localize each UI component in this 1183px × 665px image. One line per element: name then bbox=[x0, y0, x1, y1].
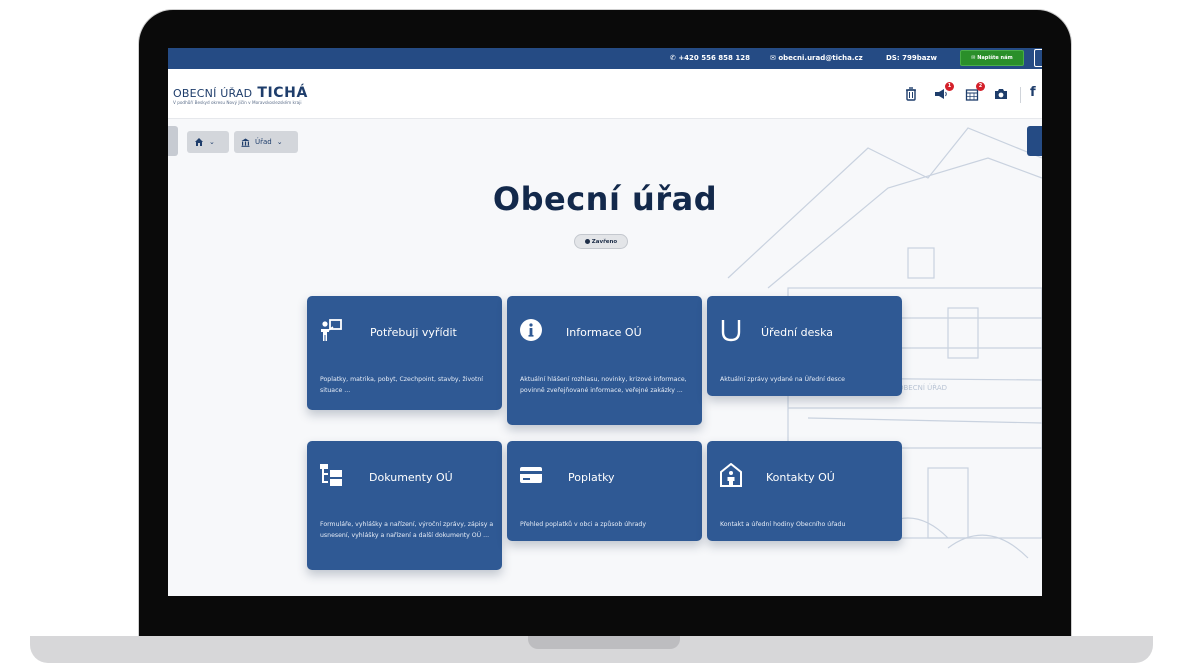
card-title: Kontakty OÚ bbox=[766, 471, 835, 484]
card-description: Poplatky, matrika, pobyt, Czechpoint, st… bbox=[320, 376, 484, 394]
breadcrumb-left-edge[interactable] bbox=[168, 126, 178, 156]
page-title: Obecní úřad bbox=[492, 180, 718, 218]
facebook-icon[interactable]: f bbox=[1030, 85, 1036, 100]
card-poplatky[interactable]: Poplatky Přehled poplatků v obci a způso… bbox=[507, 441, 702, 541]
person-board-icon bbox=[321, 319, 342, 341]
home-icon bbox=[195, 138, 203, 146]
announcements-badge: 1 bbox=[945, 82, 954, 91]
site-logo[interactable]: OBECNÍ ÚŘAD TICHÁ bbox=[173, 82, 308, 101]
status-dot-icon bbox=[584, 239, 590, 244]
browser-screen: OBECNÍ ÚŘAD ✆ +420 556 858 128 ✉ obecni.… bbox=[168, 48, 1042, 596]
card-title: Dokumenty OÚ bbox=[369, 471, 453, 484]
site-header: OBECNÍ ÚŘAD TICHÁ V podhůří Beskyd okres… bbox=[168, 69, 1042, 119]
mail-icon: ✉ bbox=[770, 54, 776, 62]
board-icon bbox=[721, 320, 741, 342]
card-description: Formuláře, vyhlášky a nařízení, výroční … bbox=[320, 521, 494, 539]
card-icon bbox=[520, 467, 542, 483]
chevron-down-icon: ⌄ bbox=[209, 138, 215, 146]
breadcrumb-urad-label: Úřad bbox=[255, 138, 272, 146]
card-description: Aktuální zprávy vydané na Úřední desce bbox=[720, 376, 845, 383]
card-kontakty-ou[interactable]: Kontakty OÚ Kontakt a úřední hodiny Obec… bbox=[707, 441, 902, 541]
card-description: Aktuální hlášení rozhlasu, novinky, kriz… bbox=[520, 376, 687, 394]
card-title: Informace OÚ bbox=[566, 326, 642, 339]
card-informace-ou[interactable]: Informace OÚ Aktuální hlášení rozhlasu, … bbox=[507, 296, 702, 425]
email-link[interactable]: ✉ obecni.urad@ticha.cz bbox=[770, 54, 863, 62]
status-badge: Zavřeno bbox=[574, 234, 628, 249]
card-title: Poplatky bbox=[568, 471, 615, 484]
card-description: Přehled poplatků v obci a způsob úhrady bbox=[520, 521, 646, 528]
laptop-notch bbox=[528, 636, 680, 649]
brand-light: OBECNÍ ÚŘAD bbox=[173, 87, 253, 100]
card-dokumenty-ou[interactable]: Dokumenty OÚ Formuláře, vyhlášky a naříz… bbox=[307, 441, 502, 570]
chevron-down-icon: ⌄ bbox=[276, 138, 283, 146]
card-title: Úřední deska bbox=[761, 326, 834, 339]
phone-link[interactable]: ✆ +420 556 858 128 bbox=[670, 54, 750, 62]
documents-icon bbox=[320, 464, 342, 486]
data-box-id: DS: 799bazw bbox=[886, 54, 937, 62]
institution-icon bbox=[241, 138, 250, 147]
brand-bold: TICHÁ bbox=[257, 85, 308, 101]
waste-bin-icon[interactable] bbox=[904, 87, 918, 101]
header-divider bbox=[1020, 87, 1021, 103]
phone-icon: ✆ bbox=[670, 54, 676, 62]
card-description: Kontakt a úřední hodiny Obecního úřadu bbox=[720, 521, 846, 528]
card-title: Potřebuji vyřídit bbox=[370, 326, 457, 339]
breadcrumb-home[interactable]: ⌄ bbox=[187, 131, 229, 153]
side-panel-tab[interactable] bbox=[1027, 126, 1042, 156]
breadcrumb-urad[interactable]: Úřad ⌄ bbox=[234, 131, 298, 153]
brand-subtitle: V podhůří Beskyd okresu Nový Jičín v Mor… bbox=[173, 100, 302, 105]
info-icon bbox=[520, 319, 542, 341]
status-text: Zavřeno bbox=[591, 238, 618, 245]
card-potrebuji-vyridit[interactable]: Potřebuji vyřídit Poplatky, matrika, pob… bbox=[307, 296, 502, 410]
card-uredni-deska[interactable]: Úřední deska Aktuální zprávy vydané na Ú… bbox=[707, 296, 902, 396]
sketch-sign: OBECNÍ ÚŘAD bbox=[898, 383, 947, 392]
topbar-edge-control[interactable] bbox=[1034, 49, 1042, 67]
contact-icon bbox=[720, 463, 742, 487]
camera-icon[interactable] bbox=[994, 87, 1008, 101]
top-contact-bar: ✆ +420 556 858 128 ✉ obecni.urad@ticha.c… bbox=[168, 48, 1042, 69]
write-to-us-button[interactable]: ✉ Napište nám bbox=[960, 50, 1024, 66]
calendar-badge: 2 bbox=[976, 82, 985, 91]
